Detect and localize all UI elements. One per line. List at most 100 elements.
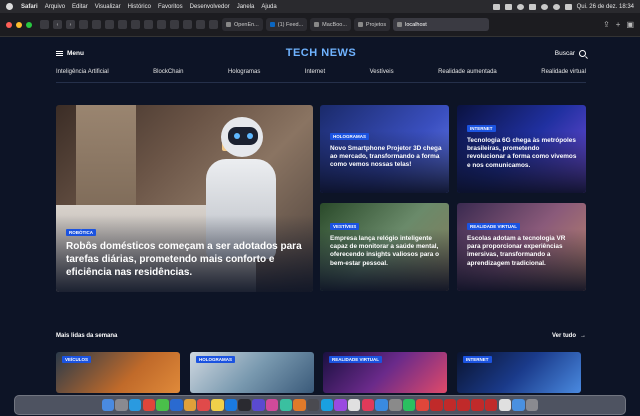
status-icon[interactable] bbox=[504, 3, 512, 10]
bookmark-icon[interactable] bbox=[183, 20, 192, 29]
article-card[interactable]: HOLOGRAMAS Novo Smartphone Projetor 3D c… bbox=[320, 105, 449, 193]
bookmark-icon[interactable] bbox=[105, 20, 114, 29]
search-button[interactable]: Buscar bbox=[555, 49, 586, 57]
pdf-icon[interactable] bbox=[443, 398, 457, 412]
app-icon[interactable] bbox=[402, 398, 416, 412]
see-all-link[interactable]: Ver tudo → bbox=[552, 333, 586, 339]
browser-tab[interactable]: (1) Feed... bbox=[265, 18, 308, 31]
category-badge[interactable]: ROBÓTICA bbox=[66, 229, 96, 236]
settings-icon[interactable] bbox=[389, 398, 402, 412]
status-icon[interactable] bbox=[492, 3, 500, 10]
document-icon[interactable] bbox=[498, 398, 512, 412]
tab-overview-icon[interactable]: ▣ bbox=[626, 20, 634, 29]
apple-icon[interactable] bbox=[6, 3, 13, 10]
vscode-icon[interactable] bbox=[224, 398, 238, 412]
pdf-icon[interactable] bbox=[430, 398, 443, 412]
popular-article-card[interactable]: INTERNET bbox=[457, 352, 581, 393]
sidebar-icon[interactable] bbox=[40, 20, 49, 29]
category-badge[interactable]: REALIDADE VIRTUAL bbox=[467, 223, 520, 230]
category-link[interactable]: Inteligência Artificial bbox=[56, 69, 109, 75]
app-store-icon[interactable] bbox=[375, 398, 388, 412]
search-icon[interactable] bbox=[552, 3, 560, 10]
menu-ajuda[interactable]: Ajuda bbox=[261, 4, 276, 10]
pdf-icon[interactable] bbox=[484, 398, 498, 412]
menu-arquivo[interactable]: Arquivo bbox=[45, 4, 65, 10]
bookmark-icon[interactable] bbox=[170, 20, 179, 29]
forward-icon[interactable]: › bbox=[66, 20, 75, 29]
bookmark-icon[interactable] bbox=[79, 20, 88, 29]
app-icon[interactable] bbox=[320, 398, 334, 412]
chrome-icon[interactable] bbox=[142, 398, 156, 412]
category-link[interactable]: Vestíveis bbox=[370, 69, 394, 75]
address-bar[interactable]: localhost bbox=[393, 18, 490, 31]
category-badge[interactable]: HOLOGRAMAS bbox=[196, 356, 235, 363]
bookmark-icon[interactable] bbox=[131, 20, 140, 29]
hero-title[interactable]: Robôs domésticos começam a ser adotados … bbox=[66, 241, 306, 279]
app-icon[interactable] bbox=[416, 398, 429, 412]
site-logo[interactable]: TECH NEWS bbox=[286, 47, 357, 59]
control-center-icon[interactable] bbox=[564, 3, 572, 10]
bookmark-icon[interactable] bbox=[144, 20, 153, 29]
new-tab-icon[interactable]: + bbox=[616, 20, 621, 29]
category-link[interactable]: Realidade virtual bbox=[541, 69, 586, 75]
article-card[interactable]: REALIDADE VIRTUAL Escolas adotam a tecno… bbox=[457, 203, 586, 291]
hero-article-card[interactable]: ROBÓTICA Robôs domésticos começam a ser … bbox=[56, 105, 313, 292]
app-icon[interactable] bbox=[279, 398, 293, 412]
menu-safari[interactable]: Safari bbox=[21, 4, 38, 10]
photos-icon[interactable] bbox=[183, 398, 197, 412]
close-window-button[interactable] bbox=[6, 21, 12, 28]
mail-icon[interactable] bbox=[170, 398, 183, 412]
bookmark-icon[interactable] bbox=[157, 20, 166, 29]
category-badge[interactable]: VESTÍVEIS bbox=[330, 223, 360, 230]
app-icon[interactable] bbox=[265, 398, 279, 412]
category-link[interactable]: Internet bbox=[305, 69, 325, 75]
browser-tab[interactable]: MacBoo... bbox=[310, 18, 351, 31]
launchpad-icon[interactable] bbox=[115, 398, 128, 412]
app-icon[interactable] bbox=[306, 398, 320, 412]
category-link[interactable]: Realidade aumentada bbox=[438, 69, 497, 75]
safari-icon[interactable] bbox=[128, 398, 142, 412]
browser-tab[interactable]: Projetos bbox=[353, 18, 391, 31]
wifi-icon[interactable] bbox=[540, 3, 548, 10]
article-card[interactable]: VESTÍVEIS Empresa lança relógio intelige… bbox=[320, 203, 449, 291]
app-icon[interactable] bbox=[252, 398, 265, 412]
menu-janela[interactable]: Janela bbox=[237, 4, 255, 10]
category-link[interactable]: BlockChain bbox=[153, 69, 183, 75]
article-title[interactable]: Tecnologia 6G chega às metrópoles brasil… bbox=[467, 137, 579, 170]
article-title[interactable]: Empresa lança relógio inteligente capaz … bbox=[330, 235, 442, 268]
article-title[interactable]: Escolas adotam a tecnologia VR para prop… bbox=[467, 235, 579, 268]
menu-visualizar[interactable]: Visualizar bbox=[95, 4, 121, 10]
category-badge[interactable]: HOLOGRAMAS bbox=[330, 133, 369, 140]
menu-button[interactable]: Menu bbox=[56, 50, 84, 57]
bookmark-icon[interactable] bbox=[196, 20, 205, 29]
menu-historico[interactable]: Histórico bbox=[128, 4, 151, 10]
messages-icon[interactable] bbox=[156, 398, 169, 412]
app-icon[interactable] bbox=[334, 398, 347, 412]
pdf-icon[interactable] bbox=[457, 398, 470, 412]
article-title[interactable]: Novo Smartphone Projetor 3D chega ao mer… bbox=[330, 145, 442, 170]
trash-icon[interactable] bbox=[525, 398, 539, 412]
app-icon[interactable] bbox=[293, 398, 306, 412]
popular-article-card[interactable]: HOLOGRAMAS bbox=[190, 352, 314, 393]
menu-editar[interactable]: Editar bbox=[72, 4, 88, 10]
minimize-window-button[interactable] bbox=[16, 21, 22, 28]
zoom-window-button[interactable] bbox=[26, 21, 32, 28]
terminal-icon[interactable] bbox=[238, 398, 251, 412]
category-badge[interactable]: REALIDADE VIRTUAL bbox=[329, 356, 382, 363]
status-icon[interactable] bbox=[516, 3, 524, 10]
menubar-clock[interactable]: Qui. 26 de dez. 18:34 bbox=[577, 4, 634, 10]
bookmark-icon[interactable] bbox=[92, 20, 101, 29]
downloads-folder-icon[interactable] bbox=[512, 398, 525, 412]
menu-desenvolvedor[interactable]: Desenvolvedor bbox=[190, 4, 230, 10]
music-icon[interactable] bbox=[361, 398, 375, 412]
menu-favoritos[interactable]: Favoritos bbox=[158, 4, 183, 10]
bookmark-icon[interactable] bbox=[209, 20, 218, 29]
calendar-icon[interactable] bbox=[197, 398, 210, 412]
app-icon[interactable] bbox=[347, 398, 361, 412]
popular-article-card[interactable]: REALIDADE VIRTUAL bbox=[323, 352, 447, 393]
notes-icon[interactable] bbox=[211, 398, 224, 412]
category-badge[interactable]: INTERNET bbox=[467, 125, 496, 132]
back-icon[interactable]: ‹ bbox=[53, 20, 62, 29]
battery-icon[interactable] bbox=[528, 3, 536, 10]
popular-article-card[interactable]: VEÍCULOS bbox=[56, 352, 180, 393]
